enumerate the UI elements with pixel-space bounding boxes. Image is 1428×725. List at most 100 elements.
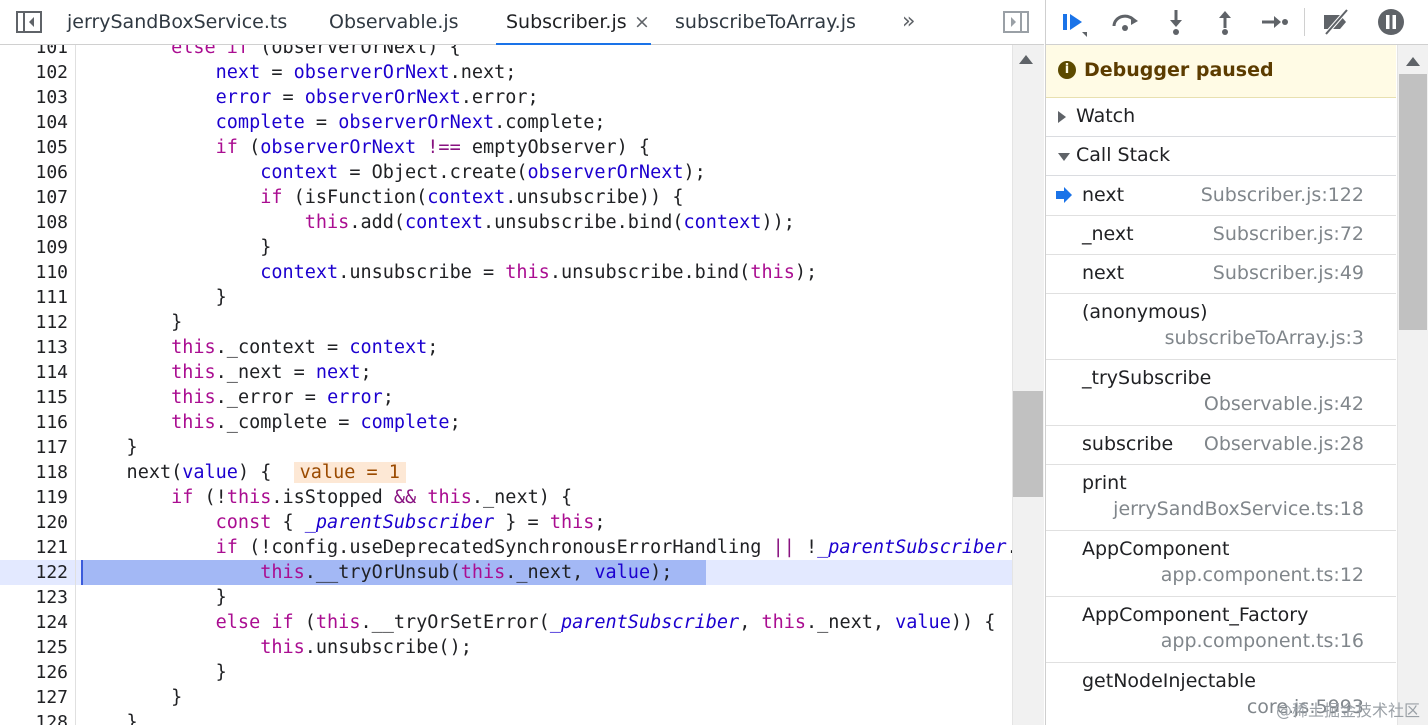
code-text: else if (observerOrNext) {	[171, 45, 461, 58]
line-number[interactable]: 106	[0, 160, 68, 185]
line-number[interactable]: 119	[0, 485, 68, 510]
line-number[interactable]: 102	[0, 60, 68, 85]
tab-jerrysandboxservice-ts[interactable]: jerrySandBoxService.ts	[67, 0, 287, 44]
line-number[interactable]: 125	[0, 635, 68, 660]
call-stack-frame[interactable]: next Subscriber.js:122	[1046, 177, 1396, 216]
more-tabs-button[interactable]: »	[902, 0, 915, 44]
code-text: }	[82, 312, 183, 333]
code-text: context.unsubscribe = this.unsubscribe.b…	[260, 262, 818, 283]
line-number[interactable]: 105	[0, 135, 68, 160]
step-icon[interactable]	[1258, 6, 1290, 38]
line-number[interactable]: 109	[0, 235, 68, 260]
step-over-icon[interactable]	[1109, 6, 1141, 38]
debugger-scroll-thumb[interactable]	[1399, 74, 1427, 330]
code-line: 115 this._error = error;	[0, 385, 1012, 410]
call-stack-frame[interactable]: (anonymous) subscribeToArray.js:3	[1046, 294, 1396, 360]
toggle-debugger-button[interactable]	[1003, 9, 1029, 35]
line-number[interactable]: 123	[0, 585, 68, 610]
line-number[interactable]: 127	[0, 685, 68, 710]
frame-location-link[interactable]: Subscriber.js:72	[1213, 223, 1364, 245]
tab-subscriber-js[interactable]: Subscriber.js	[496, 0, 651, 45]
call-stack-frame[interactable]: subscribe Observable.js:28	[1046, 426, 1396, 465]
line-number[interactable]: 120	[0, 510, 68, 535]
pause-on-exceptions-icon[interactable]	[1375, 6, 1407, 38]
frame-location-link[interactable]: jerrySandBoxService.ts:18	[1113, 498, 1364, 520]
line-number[interactable]: 114	[0, 360, 68, 385]
expand-arrow-icon	[1058, 111, 1066, 123]
code-line: 116 this._complete = complete;	[0, 410, 1012, 435]
line-number[interactable]: 124	[0, 610, 68, 635]
call-stack-label: Call Stack	[1076, 144, 1171, 166]
code-text: }	[82, 587, 227, 608]
code-line: 111 }	[0, 285, 1012, 310]
code-line: 110 context.unsubscribe = this.unsubscri…	[0, 260, 1012, 285]
frame-location-link[interactable]: subscribeToArray.js:3	[1165, 327, 1364, 349]
debugger-sidebar: i Debugger paused Watch Call Stack next S…	[1045, 0, 1428, 725]
line-number[interactable]: 101	[0, 45, 68, 60]
current-execution-line: 122 this.__tryOrUnsub(this._next, value)…	[0, 560, 1012, 585]
line-number[interactable]: 117	[0, 435, 68, 460]
call-stack-frame[interactable]: AppComponent_Factory app.component.ts:16	[1046, 597, 1396, 663]
line-number[interactable]: 110	[0, 260, 68, 285]
code-line: 126 }	[0, 660, 1012, 685]
line-number[interactable]: 118	[0, 460, 68, 485]
code-view[interactable]: 101 else if (observerOrNext) {102 next =…	[0, 45, 1012, 725]
debugger-paused-banner: i Debugger paused	[1046, 45, 1396, 98]
line-number[interactable]: 111	[0, 285, 68, 310]
step-out-icon[interactable]	[1209, 6, 1241, 38]
frame-location-link[interactable]: app.component.ts:16	[1161, 630, 1364, 652]
code-text: this._error = error;	[171, 387, 394, 408]
line-number[interactable]: 113	[0, 335, 68, 360]
editor-scroll-thumb[interactable]	[1013, 391, 1043, 497]
code-text: complete = observerOrNext.complete;	[215, 112, 606, 133]
line-number[interactable]: 122	[0, 560, 68, 585]
tab-subscribetoarray-js[interactable]: subscribeToArray.js	[675, 0, 856, 44]
scroll-up-icon[interactable]	[1019, 55, 1033, 64]
code-line: 124 else if (this.__tryOrSetError(_paren…	[0, 610, 1012, 635]
call-stack-frame[interactable]: _trySubscribe Observable.js:42	[1046, 360, 1396, 426]
line-number[interactable]: 121	[0, 535, 68, 560]
line-number[interactable]: 103	[0, 85, 68, 110]
line-number[interactable]: 116	[0, 410, 68, 435]
watch-section-header[interactable]: Watch	[1046, 98, 1396, 137]
code-text: const { _parentSubscriber } = this;	[215, 512, 606, 533]
paused-label: Debugger paused	[1084, 59, 1274, 81]
call-stack-frame[interactable]: AppComponent app.component.ts:12	[1046, 531, 1396, 597]
resume-button[interactable]	[1058, 6, 1090, 38]
frame-location-link[interactable]: Subscriber.js:122	[1201, 184, 1364, 206]
scroll-up-icon[interactable]	[1406, 57, 1420, 66]
info-icon: i	[1058, 61, 1076, 79]
code-line: 112 }	[0, 310, 1012, 335]
frame-location-link[interactable]: Observable.js:42	[1204, 393, 1364, 415]
frame-location-link[interactable]: Observable.js:28	[1204, 433, 1364, 455]
call-stack-frame[interactable]: print jerrySandBoxService.ts:18	[1046, 465, 1396, 531]
deactivate-breakpoints-icon[interactable]	[1320, 6, 1352, 38]
code-line: 104 complete = observerOrNext.complete;	[0, 110, 1012, 135]
code-text: context = Object.create(observerOrNext);	[260, 162, 706, 183]
step-into-icon[interactable]	[1160, 6, 1192, 38]
code-line: 113 this._context = context;	[0, 335, 1012, 360]
editor-scrollbar[interactable]	[1012, 45, 1044, 725]
code-line: 119 if (!this.isStopped && this._next) {	[0, 485, 1012, 510]
call-stack-section-header[interactable]: Call Stack	[1046, 137, 1396, 176]
frame-location-link[interactable]: app.component.ts:12	[1161, 564, 1364, 586]
code-text: this._context = context;	[171, 337, 439, 358]
line-number[interactable]: 128	[0, 710, 68, 725]
line-number[interactable]: 108	[0, 210, 68, 235]
code-text: this.add(context.unsubscribe.bind(contex…	[304, 212, 795, 233]
line-number[interactable]: 112	[0, 310, 68, 335]
call-stack-frame[interactable]: next Subscriber.js:49	[1046, 255, 1396, 294]
line-number[interactable]: 107	[0, 185, 68, 210]
line-number[interactable]: 126	[0, 660, 68, 685]
frame-location-link[interactable]: Subscriber.js:49	[1213, 262, 1364, 284]
frame-function-name: AppComponent_Factory	[1082, 604, 1309, 626]
line-number[interactable]: 104	[0, 110, 68, 135]
tab-observable-js[interactable]: Observable.js	[329, 0, 459, 44]
frame-function-name: _trySubscribe	[1082, 367, 1212, 389]
line-number[interactable]: 115	[0, 385, 68, 410]
call-stack-frame[interactable]: _next Subscriber.js:72	[1046, 216, 1396, 255]
source-editor-pane: jerrySandBoxService.ts Observable.js Subsc…	[0, 0, 1044, 725]
frame-function-name: (anonymous)	[1082, 301, 1208, 323]
close-tab-icon[interactable]: ×	[634, 0, 650, 44]
toggle-navigator-button[interactable]	[16, 9, 42, 35]
